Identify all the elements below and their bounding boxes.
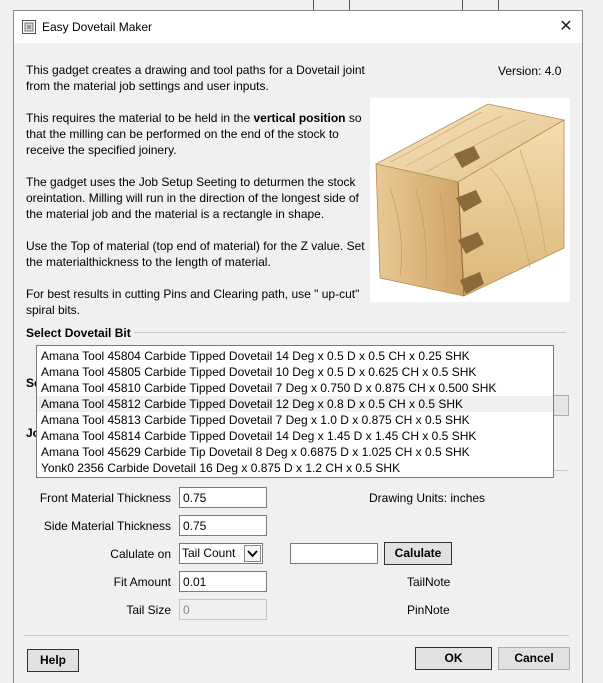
intro-paragraph-5: For best results in cutting Pins and Cle… — [26, 287, 360, 317]
calculate-on-label: Calulate on — [110, 547, 171, 561]
app-icon — [22, 20, 36, 34]
bit-section-heading: Select Dovetail Bit — [26, 326, 131, 340]
bit-option[interactable]: Yonk0 2356 Carbide Dovetail 16 Deg x 0.8… — [37, 460, 553, 476]
bit-option[interactable]: Amana Tool 45629 Carbide Tip Dovetail 8 … — [37, 444, 553, 460]
background-divider — [462, 0, 463, 10]
fit-amount-input[interactable] — [179, 571, 267, 592]
tail-size-input — [179, 599, 267, 620]
footer-divider — [24, 635, 569, 636]
version-label: Version: 4.0 — [498, 64, 562, 78]
close-icon[interactable]: ✕ — [550, 11, 582, 43]
background-window-edge — [0, 0, 603, 10]
calculate-count-input[interactable] — [290, 543, 378, 564]
bit-option[interactable]: Amana Tool 45814 Carbide Tipped Dovetail… — [37, 428, 553, 444]
drawing-units-label: Drawing Units: inches — [369, 491, 486, 505]
intro-paragraph-3: The gadget uses the Job Setup Seeting to… — [26, 175, 359, 221]
calculate-button[interactable]: Calulate — [384, 542, 452, 565]
dovetail-joint-illustration — [370, 98, 570, 302]
front-thickness-label: Front Material Thickness — [39, 491, 171, 505]
side-thickness-label: Side Material Thickness — [43, 519, 171, 533]
section-divider — [134, 332, 566, 333]
intro-paragraph-2: This requires the material to be held in… — [26, 110, 366, 158]
calculate-on-value: Tail Count — [182, 546, 236, 560]
dropdown-edge[interactable] — [554, 395, 569, 416]
pin-note-label: PinNote — [407, 603, 450, 617]
bit-option[interactable]: Amana Tool 45810 Carbide Tipped Dovetail… — [37, 380, 553, 396]
title-bar: Easy Dovetail Maker ✕ — [14, 11, 582, 43]
side-thickness-input[interactable] — [179, 515, 267, 536]
background-divider — [313, 0, 314, 10]
help-button[interactable]: Help — [27, 649, 79, 672]
tail-note-label: TailNote — [407, 575, 451, 589]
chevron-down-icon — [244, 545, 261, 562]
dovetail-bit-list[interactable]: Amana Tool 45804 Carbide Tipped Dovetail… — [36, 345, 554, 478]
background-divider — [349, 0, 350, 10]
ok-button[interactable]: OK — [415, 647, 492, 670]
dovetail-joint-image — [374, 103, 566, 297]
bit-option[interactable]: Amana Tool 45805 Carbide Tipped Dovetail… — [37, 364, 553, 380]
tail-size-label: Tail Size — [126, 603, 171, 617]
dialog-window: Easy Dovetail Maker ✕ This gadget create… — [13, 10, 583, 683]
intro-paragraph-2-bold: vertical position — [253, 111, 346, 125]
section-divider — [554, 470, 568, 471]
background-divider — [498, 0, 499, 10]
intro-paragraph-4: Use the Top of material (top end of mate… — [26, 239, 365, 269]
bit-option[interactable]: Amana Tool 45804 Carbide Tipped Dovetail… — [37, 348, 553, 364]
fit-amount-label: Fit Amount — [113, 575, 171, 589]
cancel-button[interactable]: Cancel — [498, 647, 570, 670]
window-title: Easy Dovetail Maker — [42, 20, 153, 34]
front-thickness-input[interactable] — [179, 487, 267, 508]
bit-option-selected[interactable]: Amana Tool 45812 Carbide Tipped Dovetail… — [37, 396, 553, 412]
intro-paragraph-2-start: This requires the material to be held in… — [26, 111, 254, 125]
intro-paragraph-1: This gadget creates a drawing and tool p… — [26, 63, 365, 93]
calculate-on-select[interactable]: Tail Count — [179, 543, 263, 564]
bit-option[interactable]: Amana Tool 45813 Carbide Tipped Dovetail… — [37, 412, 553, 428]
